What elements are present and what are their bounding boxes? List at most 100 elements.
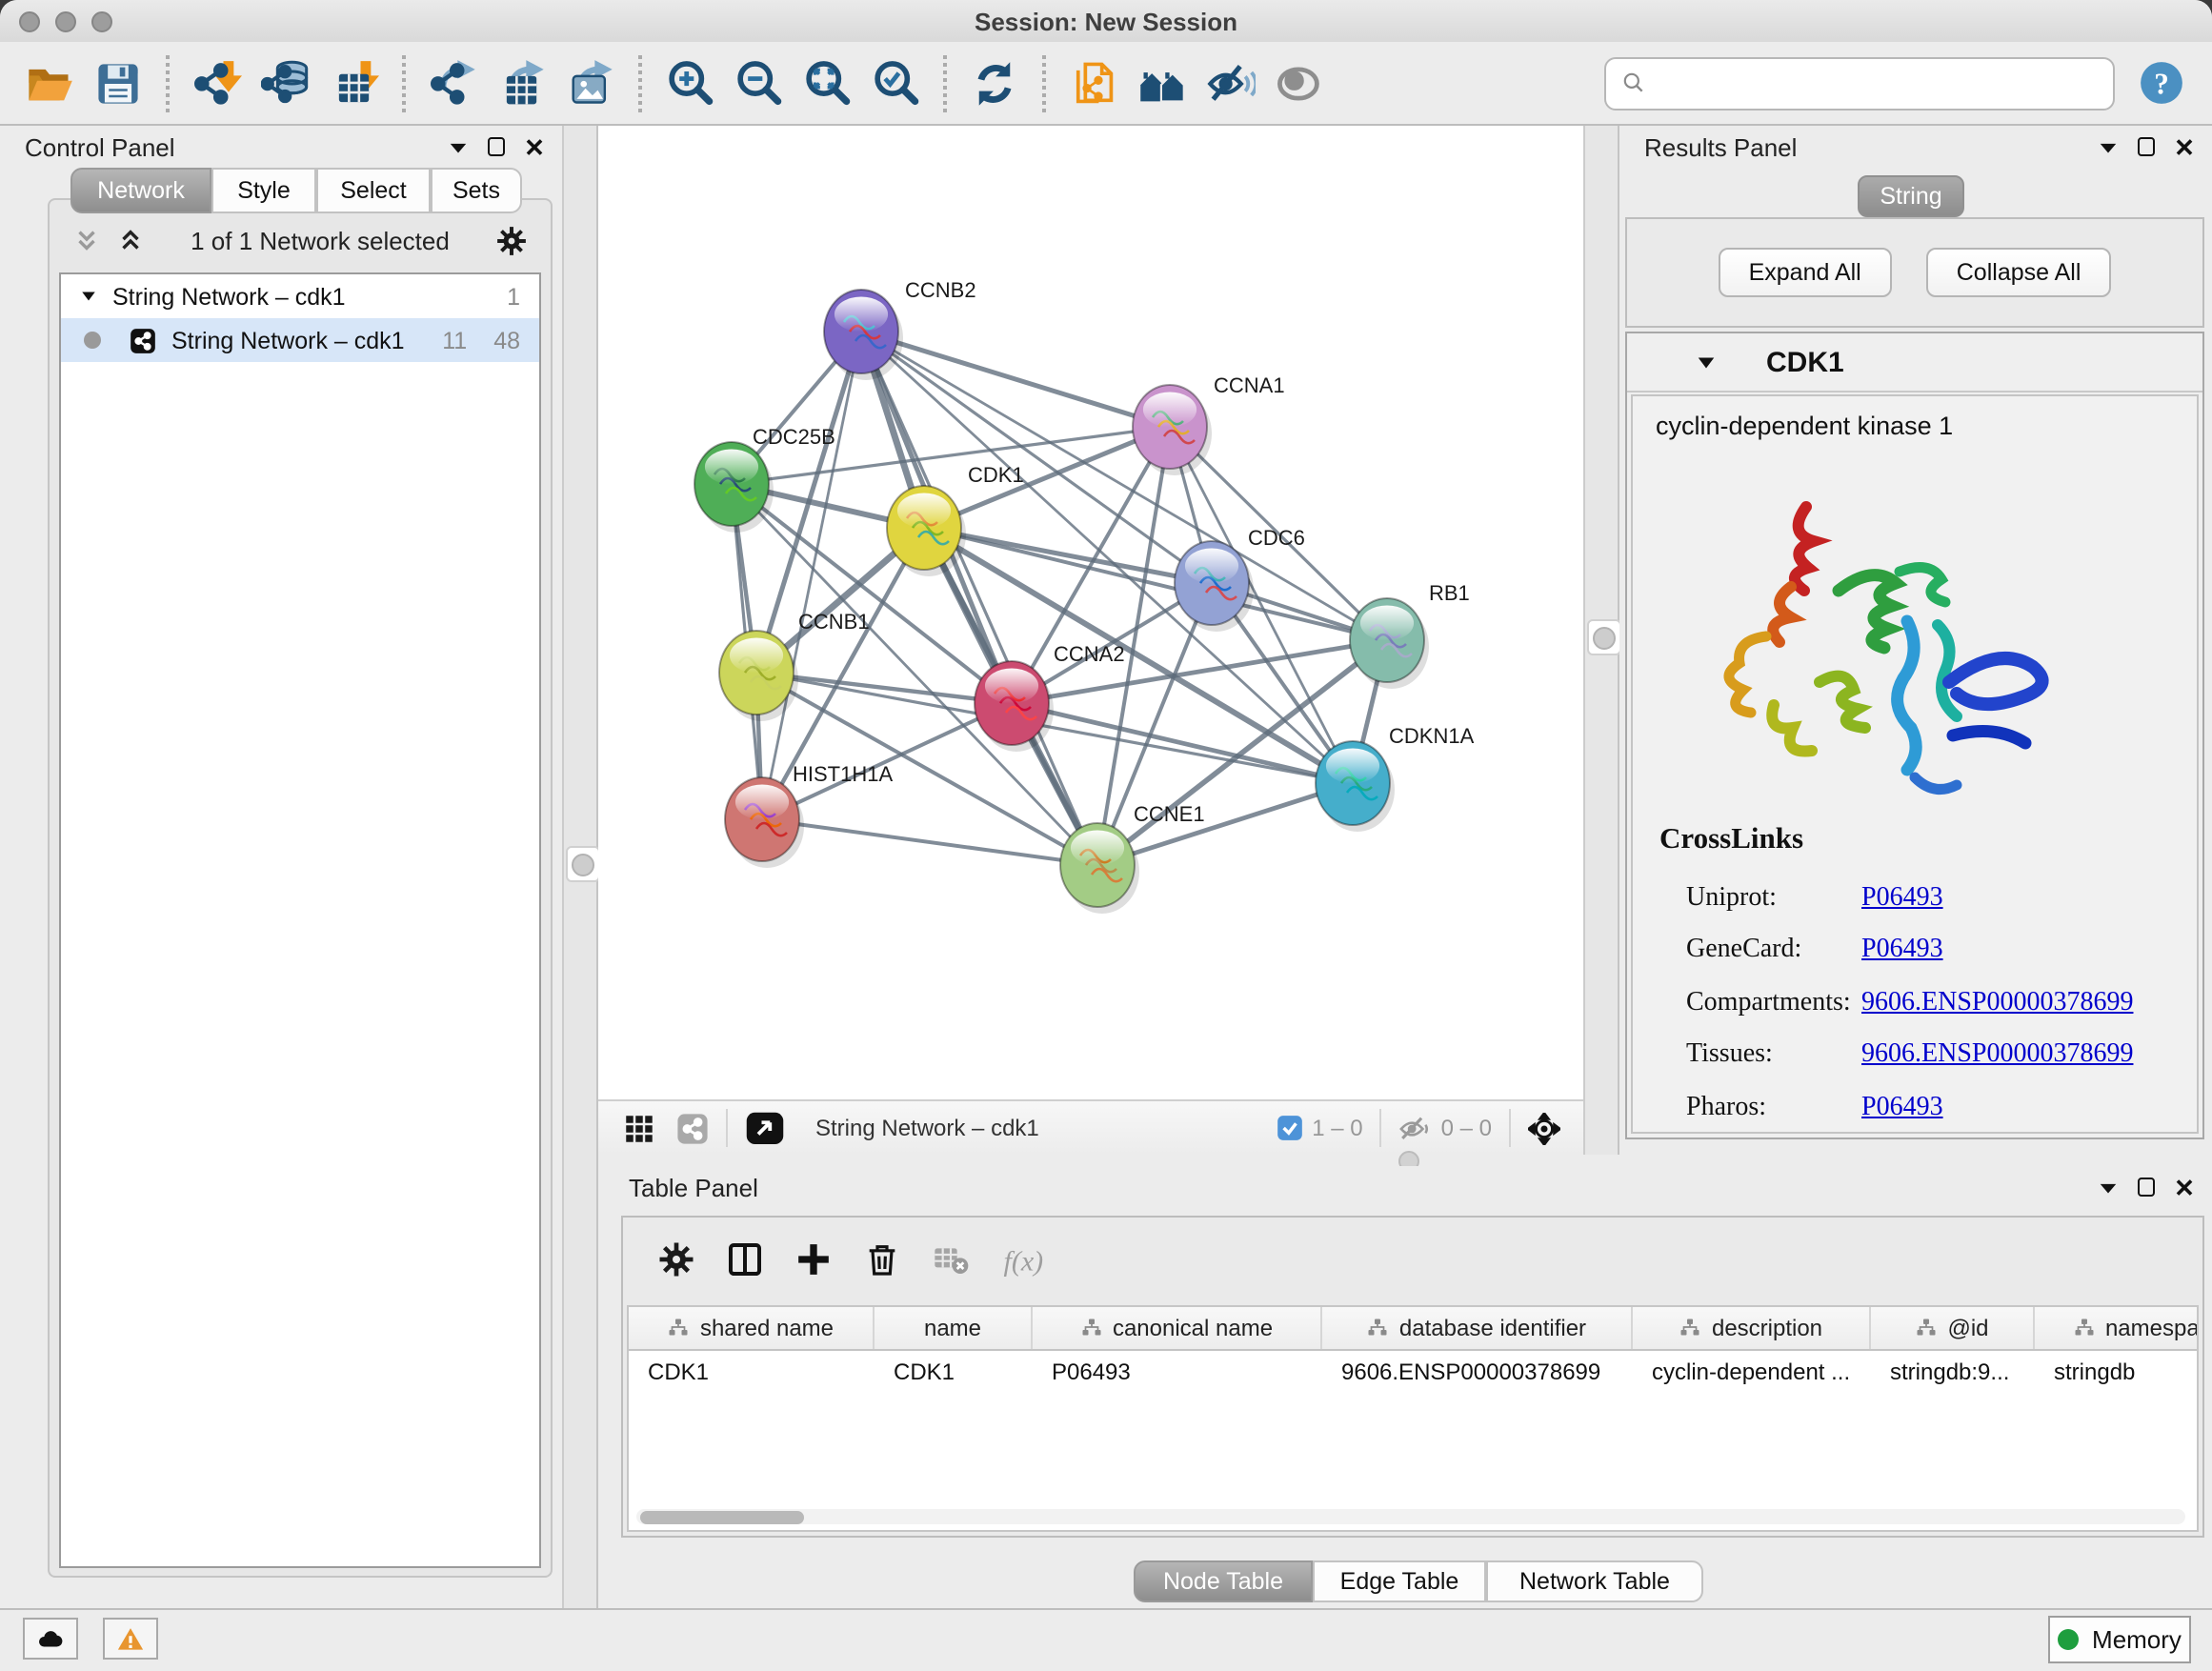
column-header-shared-name[interactable]: shared name (629, 1307, 875, 1349)
birdseye-view-icon[interactable] (745, 1111, 785, 1145)
import-network-file-button[interactable] (183, 49, 251, 117)
right-splitter[interactable] (1583, 126, 1619, 1166)
zoom-out-button[interactable] (724, 49, 793, 117)
panel-float-icon[interactable] (2136, 136, 2157, 157)
string-home-button[interactable] (1128, 49, 1196, 117)
column-header-namespace[interactable]: namespace (2035, 1307, 2199, 1349)
crosslink-link[interactable]: P06493 (1861, 1094, 1943, 1124)
panel-close-icon[interactable]: ✕ (2174, 136, 2195, 157)
collection-expand-icon[interactable] (80, 288, 97, 305)
network-node-CCNA1[interactable] (1133, 385, 1212, 475)
network-edge[interactable] (861, 332, 1097, 865)
current-network-name: String Network – cdk1 (815, 1115, 1039, 1141)
panel-close-icon[interactable]: ✕ (2174, 1177, 2195, 1198)
import-table-button[interactable] (320, 49, 389, 117)
panel-menu-icon[interactable] (448, 136, 469, 157)
column-header--id[interactable]: @id (1871, 1307, 2035, 1349)
crosslink-link[interactable]: 9606.ENSP00000378699 (1861, 989, 2133, 1019)
table-row[interactable]: CDK1CDK1P064939606.ENSP00000378699cyclin… (629, 1351, 2197, 1393)
tab-sets[interactable]: Sets (431, 168, 522, 213)
selected-checkbox-icon[interactable] (1276, 1115, 1302, 1141)
refresh-view-button[interactable] (960, 49, 1029, 117)
table-options-gear-icon[interactable] (657, 1240, 695, 1278)
table-cell: P06493 (1033, 1351, 1322, 1393)
crosslink-link[interactable]: 9606.ENSP00000378699 (1861, 1041, 2133, 1072)
collapse-all-networks-icon[interactable] (116, 226, 145, 254)
crosslink-link[interactable]: P06493 (1861, 884, 1943, 915)
left-splitter[interactable] (562, 126, 598, 1610)
tab-style[interactable]: Style (211, 168, 316, 213)
network-canvas[interactable]: CCNB2CCNA1CDC25BCDK1CDC6RB1CCNB1CCNA2CDK… (598, 126, 1583, 1099)
tab-select[interactable]: Select (316, 168, 431, 213)
expand-all-networks-icon[interactable] (72, 226, 101, 254)
right-splitter-handle[interactable] (1587, 619, 1621, 655)
network-view-toolbar: String Network – cdk1 1 – 0 0 – 0 (598, 1099, 1583, 1155)
export-network-button[interactable] (419, 49, 488, 117)
column-header-description[interactable]: description (1633, 1307, 1871, 1349)
fit-selected-crosshair-icon[interactable] (1528, 1112, 1560, 1144)
share-network-icon[interactable] (676, 1112, 709, 1144)
network-edge[interactable] (762, 819, 1097, 865)
panel-float-icon[interactable] (486, 136, 507, 157)
string-query-button[interactable] (1059, 49, 1128, 117)
export-table-button[interactable] (488, 49, 556, 117)
network-node-CCNE1[interactable] (1060, 823, 1139, 914)
protein-section-header[interactable]: CDK1 (1627, 333, 2202, 393)
cloud-status-button[interactable] (23, 1618, 78, 1660)
zoom-fit-button[interactable] (793, 49, 861, 117)
network-edge[interactable] (924, 528, 1387, 640)
zoom-selected-button[interactable] (861, 49, 930, 117)
help-button[interactable]: ? (2138, 59, 2185, 107)
open-session-button[interactable] (15, 49, 84, 117)
import-network-database-button[interactable] (251, 49, 320, 117)
crosslink-link[interactable]: P06493 (1861, 936, 1943, 967)
network-node-CDC25B[interactable] (694, 442, 774, 533)
left-splitter-handle[interactable] (566, 846, 600, 882)
warning-status-button[interactable] (103, 1618, 158, 1660)
tab-node-table[interactable]: Node Table (1134, 1560, 1313, 1602)
network-node-HIST1H1A[interactable] (725, 777, 804, 868)
tab-edge-table[interactable]: Edge Table (1313, 1560, 1486, 1602)
delete-column-icon[interactable] (863, 1240, 901, 1278)
tab-network[interactable]: Network (70, 168, 211, 213)
export-image-button[interactable] (556, 49, 625, 117)
network-options-gear-icon[interactable] (495, 224, 528, 256)
add-column-icon[interactable] (794, 1240, 833, 1278)
column-header-database-identifier[interactable]: database identifier (1322, 1307, 1633, 1349)
panel-menu-icon[interactable] (2098, 136, 2119, 157)
network-node-RB1[interactable] (1350, 598, 1429, 689)
network-collection-row[interactable]: String Network – cdk1 1 (61, 274, 539, 318)
search-box[interactable] (1604, 56, 2115, 110)
tab-network-table[interactable]: Network Table (1486, 1560, 1703, 1602)
tab-string[interactable]: String (1858, 175, 1964, 217)
search-input[interactable] (1658, 68, 2098, 98)
network-row[interactable]: String Network – cdk1 11 48 (61, 318, 539, 362)
network-node-CCNB2[interactable] (824, 290, 903, 380)
table-horizontal-scrollbar[interactable] (636, 1509, 2185, 1524)
collapse-all-button[interactable]: Collapse All (1926, 248, 2112, 297)
column-header-name[interactable]: name (875, 1307, 1033, 1349)
hide-selected-button[interactable] (1196, 49, 1265, 117)
panel-float-icon[interactable] (2136, 1177, 2157, 1198)
scrollbar-thumb[interactable] (640, 1510, 804, 1523)
network-edge[interactable] (762, 703, 1012, 819)
column-header-canonical-name[interactable]: canonical name (1033, 1307, 1322, 1349)
show-all-button[interactable] (1265, 49, 1334, 117)
save-session-button[interactable] (84, 49, 152, 117)
network-node-CDKN1A[interactable] (1316, 741, 1395, 832)
section-expand-icon[interactable] (1696, 352, 1717, 372)
show-columns-icon[interactable] (726, 1240, 764, 1278)
network-edge[interactable] (861, 332, 1170, 427)
network-edge[interactable] (1012, 703, 1353, 783)
zoom-in-button[interactable] (655, 49, 724, 117)
crosslink-row: Uniprot: P06493 (1686, 873, 2182, 925)
panel-menu-icon[interactable] (2098, 1177, 2119, 1198)
network-edge[interactable] (861, 332, 1387, 640)
zoom-in-icon (665, 58, 714, 108)
memory-button[interactable]: Memory (2048, 1616, 2191, 1663)
expand-all-button[interactable]: Expand All (1719, 248, 1892, 297)
grid-view-icon[interactable] (625, 1114, 654, 1142)
network-node-CDK1[interactable] (887, 486, 966, 576)
network-node-CCNA2[interactable] (975, 661, 1054, 752)
panel-close-icon[interactable]: ✕ (524, 136, 545, 157)
